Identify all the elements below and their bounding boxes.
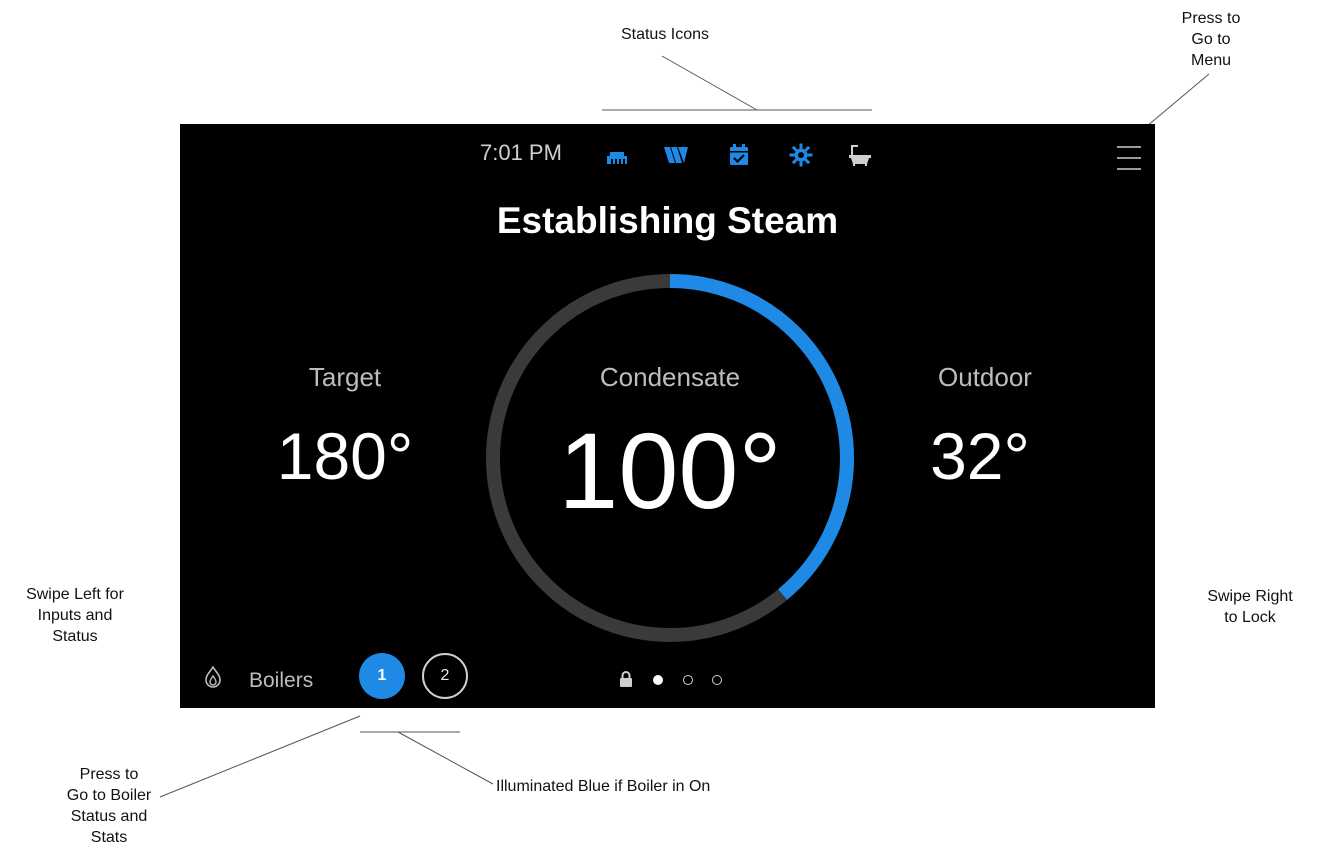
boiler-press-annotation: Press to Go to Boiler Status and Stats	[66, 766, 152, 846]
boiler-2-button[interactable]: 2	[422, 653, 468, 699]
outdoor-value: 32°	[930, 419, 1030, 493]
menu-annotation: Press to Go to Menu	[1181, 10, 1241, 69]
network-icon	[607, 152, 627, 164]
status-icons-annotation: Status Icons	[620, 26, 710, 43]
condensate-label: Condensate	[599, 362, 741, 392]
calendar-check-icon	[730, 144, 748, 165]
page-dot[interactable]	[683, 675, 693, 685]
w-logo-icon	[664, 147, 688, 163]
boilers-label: Boilers	[249, 669, 314, 692]
clock: 7:01 PM	[480, 140, 562, 165]
target-value: 180°	[276, 419, 414, 493]
page-dot-active[interactable]	[653, 675, 663, 685]
boiler-2-number: 2	[440, 667, 450, 684]
menu-button[interactable]	[1117, 146, 1141, 172]
boiler-1-number: 1	[377, 667, 387, 684]
boiler-1-button[interactable]: 1	[359, 653, 405, 699]
bath-icon	[849, 145, 871, 166]
sun-gear-icon	[789, 143, 813, 167]
illuminated-annotation: Illuminated Blue if Boiler in On	[496, 778, 711, 795]
controller-screen[interactable]: 7:01 PM Establishing Steam Target 180° C…	[180, 124, 1155, 708]
page-dot[interactable]	[712, 675, 722, 685]
outdoor-label: Outdoor	[938, 362, 1032, 392]
target-label: Target	[308, 362, 382, 392]
swipe-right-annotation: Swipe Right to Lock	[1207, 588, 1293, 626]
lock-page-icon[interactable]	[619, 671, 633, 688]
condensate-value: 100°	[558, 410, 782, 531]
mode-title: Establishing Steam	[496, 200, 839, 241]
flame-icon	[205, 665, 221, 688]
swipe-left-annotation: Swipe Left for Inputs and Status	[26, 586, 124, 645]
